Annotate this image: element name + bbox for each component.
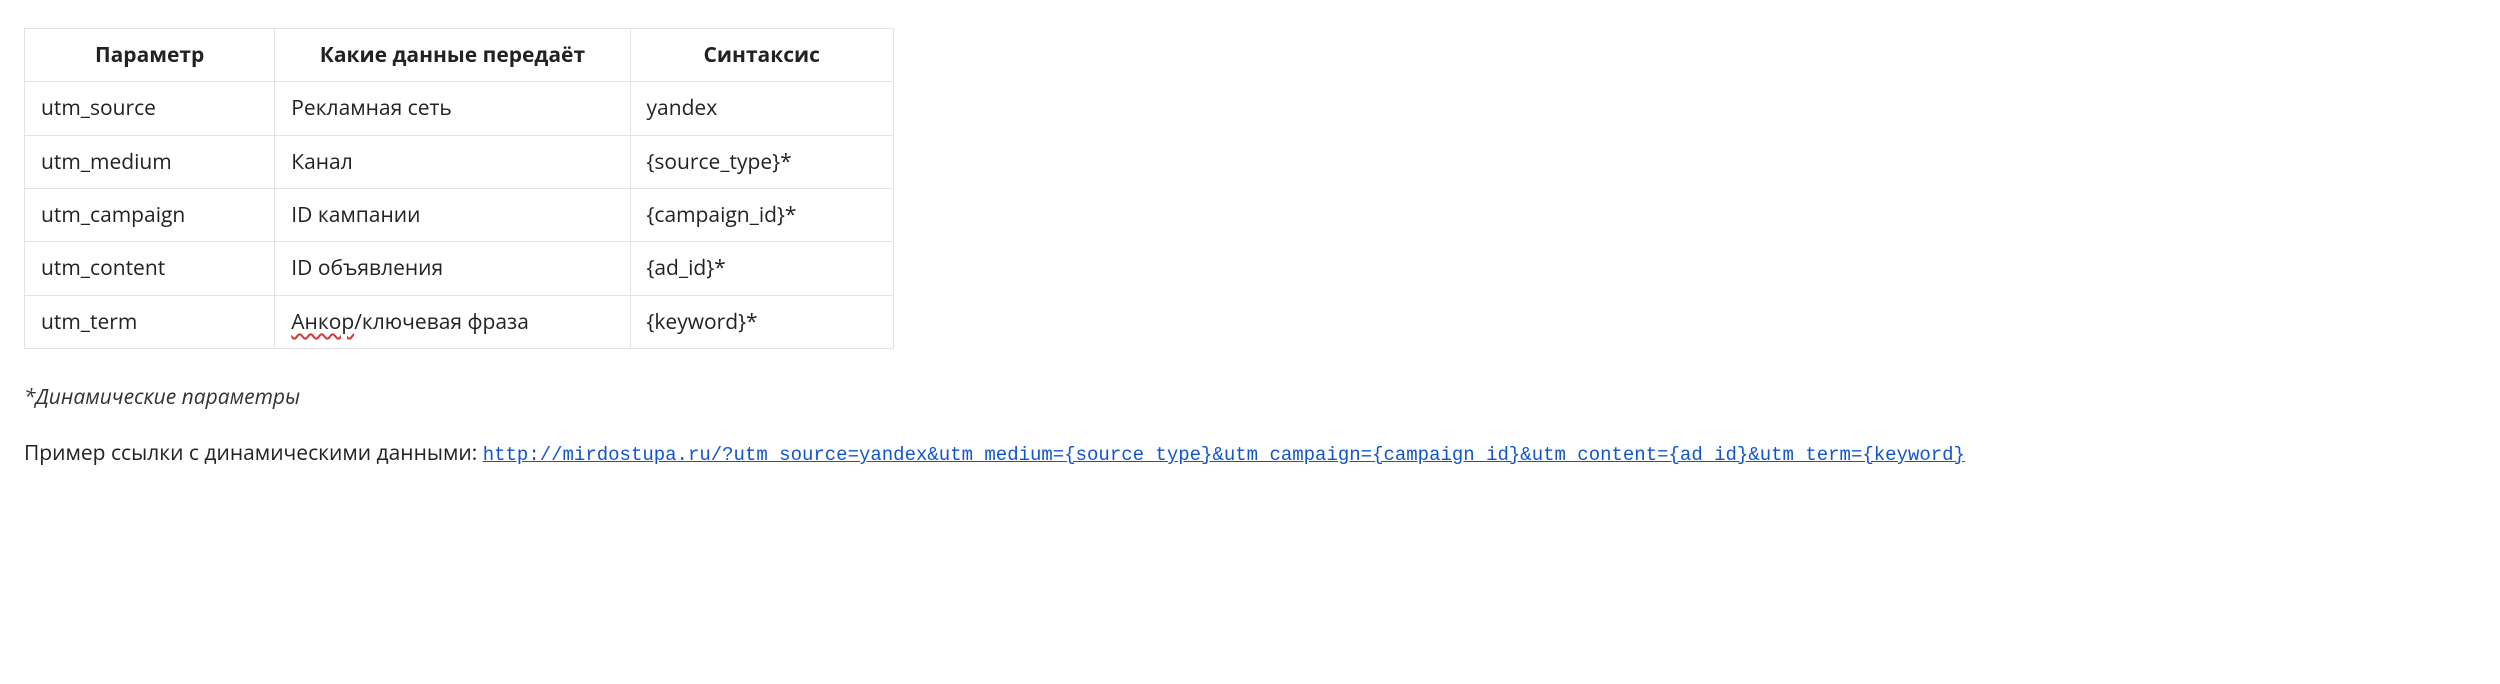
cell-syntax: {campaign_id}* — [630, 189, 893, 242]
cell-data: ID объявления — [275, 242, 630, 295]
table-row: utm_content ID объявления {ad_id}* — [25, 242, 894, 295]
col-header-param: Параметр — [25, 29, 275, 82]
utm-params-table: Параметр Какие данные передаёт Синтаксис… — [24, 28, 894, 349]
table-row: utm_campaign ID кампании {campaign_id}* — [25, 189, 894, 242]
cell-param: utm_content — [25, 242, 275, 295]
cell-syntax: yandex — [630, 82, 893, 135]
cell-data: ID кампании — [275, 189, 630, 242]
cell-syntax: {keyword}* — [630, 295, 893, 348]
footnote-dynamic-params: *Динамические параметры — [24, 383, 2476, 411]
cell-syntax: {source_type}* — [630, 135, 893, 188]
cell-param: utm_source — [25, 82, 275, 135]
example-url-link[interactable]: http://mirdostupa.ru/?utm_source=yandex&… — [483, 444, 1965, 466]
cell-param: utm_medium — [25, 135, 275, 188]
cell-data: Канал — [275, 135, 630, 188]
cell-param: utm_campaign — [25, 189, 275, 242]
cell-data: Рекламная сеть — [275, 82, 630, 135]
table-row: utm_medium Канал {source_type}* — [25, 135, 894, 188]
table-header-row: Параметр Какие данные передаёт Синтаксис — [25, 29, 894, 82]
cell-data-suffix: /ключевая фраза — [354, 308, 529, 336]
col-header-data: Какие данные передаёт — [275, 29, 630, 82]
spellcheck-word: Анкор — [291, 308, 354, 336]
table-row: utm_term Анкор/ключевая фраза {keyword}* — [25, 295, 894, 348]
example-prefix: Пример ссылки с динамическими данными: — [24, 439, 483, 467]
table-row: utm_source Рекламная сеть yandex — [25, 82, 894, 135]
cell-data: Анкор/ключевая фраза — [275, 295, 630, 348]
cell-param: utm_term — [25, 295, 275, 348]
cell-syntax: {ad_id}* — [630, 242, 893, 295]
example-line: Пример ссылки с динамическими данными: h… — [24, 439, 2476, 467]
col-header-syntax: Синтаксис — [630, 29, 893, 82]
